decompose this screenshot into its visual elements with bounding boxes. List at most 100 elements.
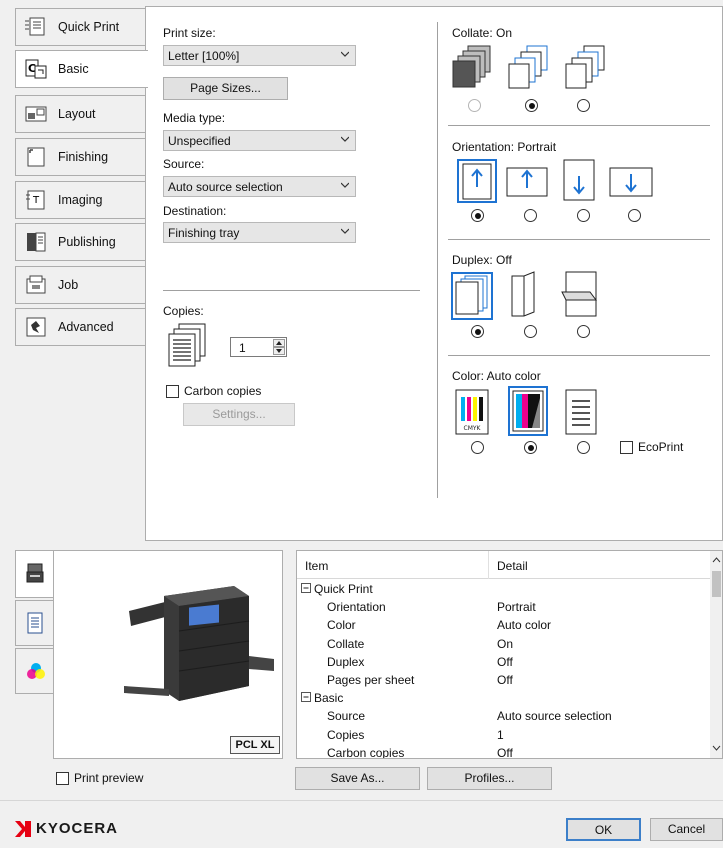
duplex-long-edge-radio[interactable] [524,325,537,338]
chevron-down-icon [341,51,349,57]
orientation-landscape-rotated-radio[interactable] [628,209,641,222]
table-row[interactable]: Source Auto source selection [297,707,710,725]
job-icon [24,274,48,296]
table-row[interactable]: Duplex Off [297,653,710,671]
landscape-rotated-icon [609,167,653,197]
tab-publishing[interactable]: Publishing [15,223,145,261]
tab-label: Quick Print [58,20,120,34]
source-select[interactable]: Auto source selection [163,176,356,197]
duplex-off-radio[interactable] [471,325,484,338]
tab-label: Basic [58,62,89,76]
tab-quick-print[interactable]: Quick Print [15,8,145,46]
auto-color-option[interactable] [508,386,548,436]
cell-item: Quick Print [314,582,373,596]
table-row[interactable]: Collate On [297,635,710,653]
media-type-label: Media type: [163,111,226,125]
table-header: Item Detail [297,551,710,579]
orientation-landscape-radio[interactable] [524,209,537,222]
print-preview-label: Print preview [74,771,144,785]
media-type-select[interactable]: Unspecified [163,130,356,151]
scrollbar[interactable] [710,551,722,758]
arrow-up-icon [462,163,492,200]
destination-select[interactable]: Finishing tray [163,222,356,243]
ok-button[interactable]: OK [566,818,641,841]
settings-summary-table[interactable]: Item Detail Quick Print Orientation Portra… [296,550,723,759]
scroll-down-icon[interactable] [712,745,721,751]
cell-item: Duplex [327,654,365,669]
chevron-down-icon [341,136,349,142]
column-header-item: Item [305,559,329,573]
color-cmyk-radio[interactable] [471,441,484,454]
orientation-portrait-rotated-radio[interactable] [577,209,590,222]
tab-basic[interactable]: C Basic [15,50,148,88]
tab-layout[interactable]: Layout [15,95,145,133]
cell-item: Color [327,618,356,633]
column-divider [437,22,438,498]
profiles-button[interactable]: Profiles... [427,767,552,790]
duplex-off-option[interactable] [451,272,493,320]
pcl-xl-badge: PCL XL [230,736,280,754]
color-bw-radio[interactable] [577,441,590,454]
printer-view-tab[interactable] [15,550,53,598]
cell-item: Basic [314,691,344,706]
table-row[interactable]: Orientation Portrait [297,598,710,616]
print-preview-checkbox[interactable] [56,772,69,785]
tab-label: Job [58,278,79,292]
simplex-pages-icon [455,275,488,315]
ecoprint-checkbox[interactable] [620,441,633,454]
collapse-icon[interactable] [301,583,311,593]
save-as-button[interactable]: Save As... [295,767,420,790]
increment-arrow-icon[interactable] [273,339,285,347]
page-sizes-button[interactable]: Page Sizes... [163,77,288,100]
table-row[interactable]: Carbon copies Off [297,744,710,758]
scrollbar-thumb[interactable] [712,571,721,597]
scroll-up-icon[interactable] [712,557,721,563]
cell-detail: Portrait [497,600,536,615]
collate-uncollated-radio[interactable] [577,99,590,112]
divider [448,239,710,240]
table-group-row[interactable]: Basic [297,689,710,707]
duplex-short-edge-icon [561,271,597,317]
cell-detail: Off [497,673,513,687]
cell-detail: On [497,636,514,651]
portrait-option[interactable] [457,159,497,203]
basic-icon: C [24,58,48,80]
tab-advanced[interactable]: Advanced [15,308,145,346]
collate-on-icon [508,45,548,89]
print-size-label: Print size: [163,26,216,40]
svg-text:T: T [32,195,40,206]
layout-icon [24,103,48,125]
carbon-copies-checkbox[interactable] [166,385,179,398]
settings-button[interactable]: Settings... [183,403,295,426]
ecoprint-label: EcoPrint [638,440,684,454]
page-view-tab[interactable] [15,600,53,646]
collapse-icon[interactable] [301,692,311,703]
table-group-row[interactable]: Quick Print [297,580,710,598]
collate-off-radio[interactable] [468,99,481,112]
destination-label: Destination: [163,204,227,218]
print-size-select[interactable]: Letter [100%] [163,45,356,66]
table-row[interactable]: Pages per sheet Off [297,671,710,689]
color-wheel-icon [27,663,45,679]
tab-label: Layout [58,107,96,121]
publishing-icon [24,231,48,253]
color-view-tab[interactable] [15,648,53,694]
color-auto-radio[interactable] [524,441,537,454]
duplex-short-edge-radio[interactable] [577,325,590,338]
cancel-button[interactable]: Cancel [650,818,723,841]
page-icon [27,612,43,634]
tab-finishing[interactable]: Finishing [15,138,145,176]
divider [448,355,710,356]
orientation-portrait-radio[interactable] [471,209,484,222]
kyocera-logo-icon [14,820,32,838]
copies-stepper[interactable]: 1 [230,337,287,357]
table-row[interactable]: Color Auto color [297,616,710,634]
tab-imaging[interactable]: T Imaging [15,181,145,219]
advanced-icon [24,316,48,338]
collate-on-radio[interactable] [525,99,538,112]
table-row[interactable]: Copies 1 [297,726,710,744]
decrement-arrow-icon[interactable] [273,347,285,355]
tab-job[interactable]: Job [15,266,145,304]
copies-label: Copies: [163,304,204,318]
carbon-copies-label: Carbon copies [184,384,262,398]
